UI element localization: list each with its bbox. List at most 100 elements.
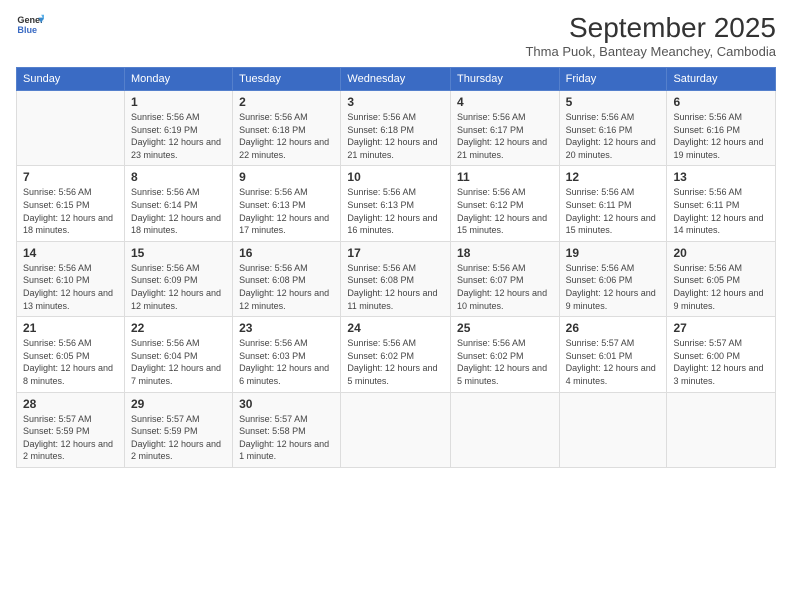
day-info: Sunrise: 5:56 AMSunset: 6:11 PMDaylight:… <box>566 186 661 236</box>
calendar-row: 1 Sunrise: 5:56 AMSunset: 6:19 PMDayligh… <box>17 91 776 166</box>
day-number: 15 <box>131 246 226 260</box>
calendar-table: Sunday Monday Tuesday Wednesday Thursday… <box>16 67 776 468</box>
day-info: Sunrise: 5:57 AMSunset: 6:01 PMDaylight:… <box>566 337 661 387</box>
day-number: 12 <box>566 170 661 184</box>
day-number: 2 <box>239 95 334 109</box>
page: General Blue September 2025 Thma Puok, B… <box>0 0 792 612</box>
month-title: September 2025 <box>525 12 776 44</box>
day-number: 6 <box>673 95 769 109</box>
day-info: Sunrise: 5:57 AMSunset: 5:58 PMDaylight:… <box>239 413 334 463</box>
day-number: 16 <box>239 246 334 260</box>
table-row: 30 Sunrise: 5:57 AMSunset: 5:58 PMDaylig… <box>233 392 341 467</box>
table-row: 9 Sunrise: 5:56 AMSunset: 6:13 PMDayligh… <box>233 166 341 241</box>
table-row: 29 Sunrise: 5:57 AMSunset: 5:59 PMDaylig… <box>124 392 232 467</box>
day-number: 27 <box>673 321 769 335</box>
logo-icon: General Blue <box>16 12 44 40</box>
day-info: Sunrise: 5:56 AMSunset: 6:10 PMDaylight:… <box>23 262 118 312</box>
table-row: 24 Sunrise: 5:56 AMSunset: 6:02 PMDaylig… <box>341 317 451 392</box>
day-info: Sunrise: 5:56 AMSunset: 6:15 PMDaylight:… <box>23 186 118 236</box>
table-row: 7 Sunrise: 5:56 AMSunset: 6:15 PMDayligh… <box>17 166 125 241</box>
day-number: 14 <box>23 246 118 260</box>
day-number: 10 <box>347 170 444 184</box>
day-info: Sunrise: 5:56 AMSunset: 6:05 PMDaylight:… <box>673 262 769 312</box>
day-number: 7 <box>23 170 118 184</box>
day-number: 21 <box>23 321 118 335</box>
header: General Blue September 2025 Thma Puok, B… <box>16 12 776 59</box>
day-number: 5 <box>566 95 661 109</box>
day-info: Sunrise: 5:56 AMSunset: 6:03 PMDaylight:… <box>239 337 334 387</box>
day-info: Sunrise: 5:56 AMSunset: 6:14 PMDaylight:… <box>131 186 226 236</box>
day-info: Sunrise: 5:57 AMSunset: 5:59 PMDaylight:… <box>131 413 226 463</box>
subtitle: Thma Puok, Banteay Meanchey, Cambodia <box>525 44 776 59</box>
day-number: 24 <box>347 321 444 335</box>
day-number: 11 <box>457 170 553 184</box>
table-row: 25 Sunrise: 5:56 AMSunset: 6:02 PMDaylig… <box>451 317 560 392</box>
table-row <box>559 392 667 467</box>
table-row: 5 Sunrise: 5:56 AMSunset: 6:16 PMDayligh… <box>559 91 667 166</box>
day-info: Sunrise: 5:56 AMSunset: 6:06 PMDaylight:… <box>566 262 661 312</box>
table-row <box>17 91 125 166</box>
day-number: 28 <box>23 397 118 411</box>
table-row: 20 Sunrise: 5:56 AMSunset: 6:05 PMDaylig… <box>667 241 776 316</box>
day-number: 3 <box>347 95 444 109</box>
header-row: Sunday Monday Tuesday Wednesday Thursday… <box>17 68 776 91</box>
col-friday: Friday <box>559 68 667 91</box>
table-row: 16 Sunrise: 5:56 AMSunset: 6:08 PMDaylig… <box>233 241 341 316</box>
table-row: 13 Sunrise: 5:56 AMSunset: 6:11 PMDaylig… <box>667 166 776 241</box>
table-row: 28 Sunrise: 5:57 AMSunset: 5:59 PMDaylig… <box>17 392 125 467</box>
col-thursday: Thursday <box>451 68 560 91</box>
day-number: 29 <box>131 397 226 411</box>
table-row: 22 Sunrise: 5:56 AMSunset: 6:04 PMDaylig… <box>124 317 232 392</box>
col-sunday: Sunday <box>17 68 125 91</box>
day-number: 9 <box>239 170 334 184</box>
table-row: 8 Sunrise: 5:56 AMSunset: 6:14 PMDayligh… <box>124 166 232 241</box>
title-section: September 2025 Thma Puok, Banteay Meanch… <box>525 12 776 59</box>
day-info: Sunrise: 5:56 AMSunset: 6:18 PMDaylight:… <box>347 111 444 161</box>
day-number: 19 <box>566 246 661 260</box>
day-number: 20 <box>673 246 769 260</box>
day-info: Sunrise: 5:56 AMSunset: 6:02 PMDaylight:… <box>457 337 553 387</box>
calendar-row: 7 Sunrise: 5:56 AMSunset: 6:15 PMDayligh… <box>17 166 776 241</box>
day-number: 30 <box>239 397 334 411</box>
table-row: 10 Sunrise: 5:56 AMSunset: 6:13 PMDaylig… <box>341 166 451 241</box>
day-info: Sunrise: 5:56 AMSunset: 6:08 PMDaylight:… <box>347 262 444 312</box>
table-row: 11 Sunrise: 5:56 AMSunset: 6:12 PMDaylig… <box>451 166 560 241</box>
table-row: 19 Sunrise: 5:56 AMSunset: 6:06 PMDaylig… <box>559 241 667 316</box>
day-info: Sunrise: 5:56 AMSunset: 6:07 PMDaylight:… <box>457 262 553 312</box>
day-info: Sunrise: 5:56 AMSunset: 6:11 PMDaylight:… <box>673 186 769 236</box>
table-row: 6 Sunrise: 5:56 AMSunset: 6:16 PMDayligh… <box>667 91 776 166</box>
col-tuesday: Tuesday <box>233 68 341 91</box>
day-info: Sunrise: 5:56 AMSunset: 6:16 PMDaylight:… <box>673 111 769 161</box>
day-info: Sunrise: 5:56 AMSunset: 6:17 PMDaylight:… <box>457 111 553 161</box>
col-monday: Monday <box>124 68 232 91</box>
day-number: 13 <box>673 170 769 184</box>
col-saturday: Saturday <box>667 68 776 91</box>
calendar-row: 14 Sunrise: 5:56 AMSunset: 6:10 PMDaylig… <box>17 241 776 316</box>
day-info: Sunrise: 5:56 AMSunset: 6:05 PMDaylight:… <box>23 337 118 387</box>
table-row <box>451 392 560 467</box>
day-number: 22 <box>131 321 226 335</box>
day-number: 4 <box>457 95 553 109</box>
day-info: Sunrise: 5:56 AMSunset: 6:13 PMDaylight:… <box>239 186 334 236</box>
calendar-row: 28 Sunrise: 5:57 AMSunset: 5:59 PMDaylig… <box>17 392 776 467</box>
day-info: Sunrise: 5:57 AMSunset: 5:59 PMDaylight:… <box>23 413 118 463</box>
svg-text:Blue: Blue <box>17 25 37 35</box>
table-row: 2 Sunrise: 5:56 AMSunset: 6:18 PMDayligh… <box>233 91 341 166</box>
day-info: Sunrise: 5:56 AMSunset: 6:13 PMDaylight:… <box>347 186 444 236</box>
day-number: 25 <box>457 321 553 335</box>
table-row: 3 Sunrise: 5:56 AMSunset: 6:18 PMDayligh… <box>341 91 451 166</box>
day-number: 1 <box>131 95 226 109</box>
table-row: 17 Sunrise: 5:56 AMSunset: 6:08 PMDaylig… <box>341 241 451 316</box>
day-number: 17 <box>347 246 444 260</box>
calendar-row: 21 Sunrise: 5:56 AMSunset: 6:05 PMDaylig… <box>17 317 776 392</box>
table-row <box>667 392 776 467</box>
day-number: 18 <box>457 246 553 260</box>
day-number: 26 <box>566 321 661 335</box>
table-row: 23 Sunrise: 5:56 AMSunset: 6:03 PMDaylig… <box>233 317 341 392</box>
day-info: Sunrise: 5:56 AMSunset: 6:19 PMDaylight:… <box>131 111 226 161</box>
day-info: Sunrise: 5:56 AMSunset: 6:08 PMDaylight:… <box>239 262 334 312</box>
table-row: 14 Sunrise: 5:56 AMSunset: 6:10 PMDaylig… <box>17 241 125 316</box>
table-row: 1 Sunrise: 5:56 AMSunset: 6:19 PMDayligh… <box>124 91 232 166</box>
day-info: Sunrise: 5:56 AMSunset: 6:12 PMDaylight:… <box>457 186 553 236</box>
day-number: 8 <box>131 170 226 184</box>
